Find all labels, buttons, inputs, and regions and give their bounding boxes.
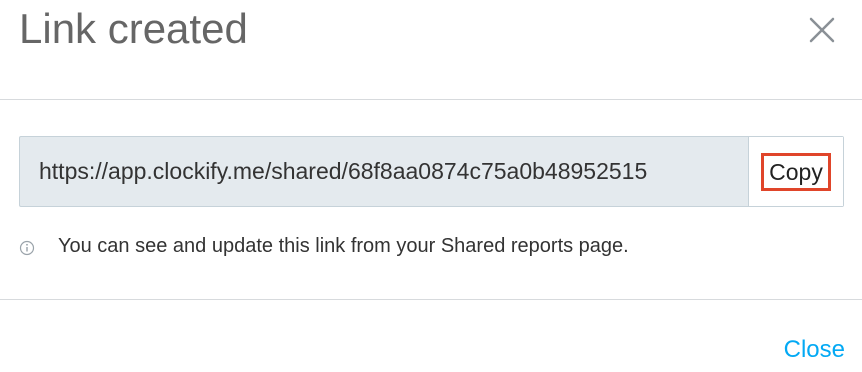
shared-link-group: Copy [19, 136, 844, 207]
link-created-dialog: Link created Copy You can see and u [0, 0, 862, 372]
shared-link-input[interactable] [20, 137, 748, 206]
copy-button-wrapper: Copy [748, 137, 843, 206]
info-row: You can see and update this link from yo… [19, 232, 629, 260]
close-button[interactable]: Close [784, 336, 845, 364]
dialog-header: Link created [0, 0, 862, 100]
copy-button[interactable]: Copy [761, 152, 831, 191]
dialog-body: Copy You can see and update this link fr… [0, 100, 862, 300]
dialog-title: Link created [19, 5, 248, 52]
info-text: You can see and update this link from yo… [58, 234, 629, 257]
info-circle-icon [19, 240, 35, 256]
close-icon[interactable] [806, 14, 838, 46]
